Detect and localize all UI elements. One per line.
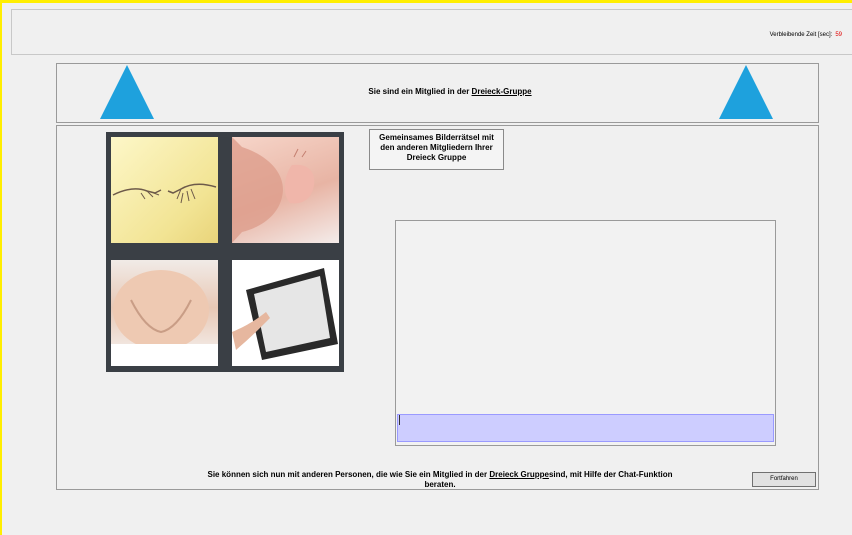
caption-line-2: den anderen Mitgliedern Ihrer (380, 143, 493, 152)
chat-instructions: Sie können sich nun mit anderen Personen… (190, 470, 690, 490)
caption-line-3: Dreieck Gruppe (406, 153, 467, 162)
hands-creation-image (111, 137, 218, 243)
instructions-text-before: Sie können sich nun mit anderen Personen… (207, 470, 488, 479)
picture-puzzle (106, 132, 344, 372)
chat-history-panel (395, 220, 776, 446)
baby-hand-image (232, 137, 339, 243)
remaining-time-label: Verbleibende Zeit [sec]: (769, 32, 833, 38)
header-bar (11, 9, 852, 55)
window-left-border (0, 0, 2, 535)
instructions-text-after: sind, mit Hilfe der Chat-Funktion (548, 470, 673, 479)
triangle-icon-left (100, 65, 154, 119)
window-top-border (0, 0, 852, 3)
instructions-line-1: Sie können sich nun mit anderen Personen… (190, 470, 690, 480)
pregnant-belly-image (111, 260, 218, 366)
continue-button[interactable]: Fortfahren (752, 472, 816, 487)
instructions-group-name: Dreieck Gruppe (489, 470, 549, 479)
chat-input[interactable] (397, 414, 774, 442)
instructions-line-2: beraten. (424, 480, 456, 489)
caption-line-1: Gemeinsames Bilderrätsel mit (379, 133, 494, 142)
triangle-icon-right (719, 65, 773, 119)
group-membership-text: Sie sind ein Mitglied in der Dreieck-Gru… (300, 87, 600, 96)
group-text-prefix: Sie sind ein Mitglied in der (368, 87, 470, 96)
remaining-time-value: 59 (835, 32, 842, 38)
puzzle-caption: Gemeinsames Bilderrätsel mit den anderen… (369, 129, 504, 170)
remaining-time: Verbleibende Zeit [sec]: 59 (770, 32, 842, 38)
tablet-touch-image (232, 260, 339, 366)
text-caret (399, 415, 400, 425)
group-name-link: Dreieck-Gruppe (471, 87, 532, 96)
